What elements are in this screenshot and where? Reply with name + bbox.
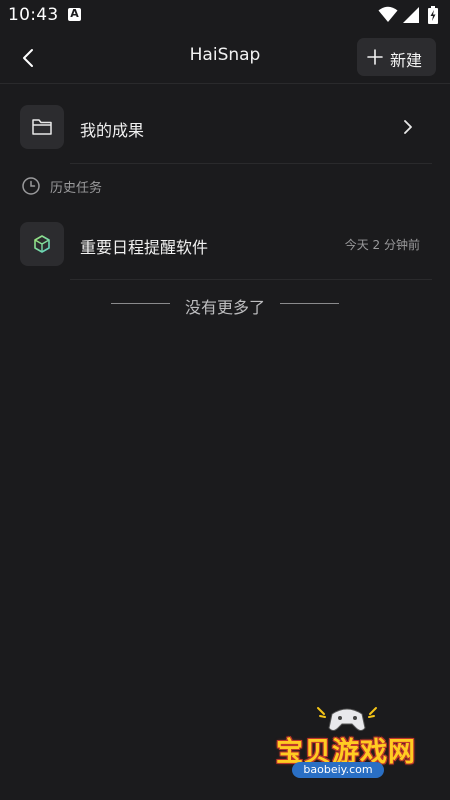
my-results-label: 我的成果 — [80, 121, 145, 140]
row-divider — [70, 279, 432, 280]
history-section-label: 历史任务 — [50, 181, 103, 196]
clock-icon — [22, 177, 40, 195]
chevron-right-icon — [404, 120, 412, 134]
end-line-right — [280, 303, 339, 304]
folder-icon-box — [20, 105, 64, 149]
watermark-url: baobeiy.com — [292, 762, 384, 778]
history-item-title: 重要日程提醒软件 — [80, 238, 209, 257]
cube-icon — [34, 235, 50, 253]
end-of-list-text: 没有更多了 — [184, 298, 265, 317]
history-item-time: 今天 2 分钟前 — [344, 238, 420, 252]
cube-icon-box — [20, 222, 64, 266]
row-divider — [70, 163, 432, 164]
folder-icon — [32, 119, 52, 135]
watermark: 宝贝游戏网 baobeiy.com — [270, 700, 430, 790]
my-results-row[interactable]: 我的成果 — [0, 0, 450, 165]
